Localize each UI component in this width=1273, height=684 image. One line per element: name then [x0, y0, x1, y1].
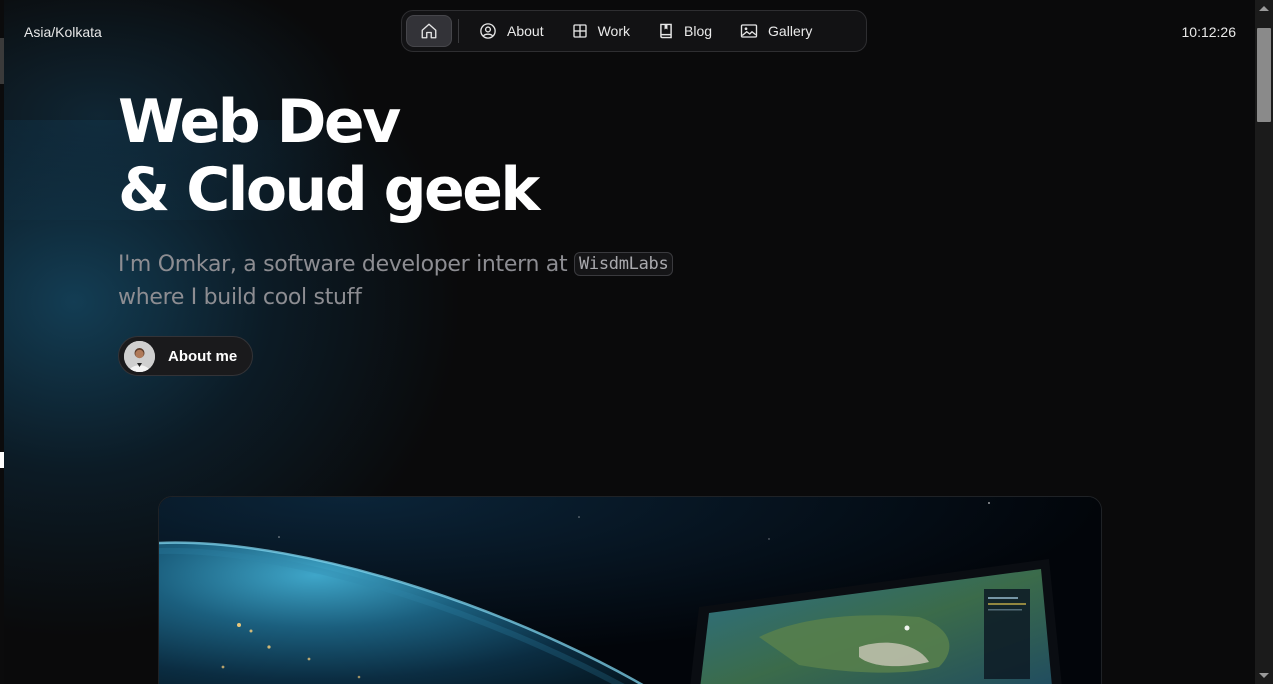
nav-item-blog[interactable]: Blog	[644, 15, 726, 47]
home-icon	[421, 23, 437, 39]
person-circle-icon	[480, 23, 496, 39]
earth-laptop-image	[159, 497, 1101, 684]
hero-title: Web Dev & Cloud geek	[118, 87, 540, 225]
hero-image-card	[158, 496, 1102, 684]
nav-item-label: Blog	[684, 23, 713, 39]
grid-icon	[572, 24, 587, 38]
scroll-down-arrow-icon[interactable]	[1259, 673, 1269, 678]
nav-item-gallery[interactable]: Gallery	[726, 15, 826, 47]
nav-item-about[interactable]: About	[465, 15, 558, 47]
book-icon	[660, 23, 672, 39]
scroll-up-arrow-icon[interactable]	[1259, 6, 1269, 11]
company-code-chip: WisdmLabs	[574, 252, 674, 276]
nav-home-button[interactable]	[406, 15, 452, 47]
timezone-label: Asia/Kolkata	[24, 24, 102, 40]
nav-separator	[458, 19, 459, 43]
scrollbar-thumb[interactable]	[1257, 28, 1271, 122]
nav-item-work[interactable]: Work	[558, 15, 644, 47]
clock-display: 10:12:26	[1181, 24, 1237, 40]
image-icon	[740, 24, 758, 38]
hero-subtitle-intro: I'm Omkar, a software developer intern a…	[118, 252, 574, 277]
about-me-label: About me	[168, 347, 238, 365]
hero-subtitle: I'm Omkar, a software developer intern a…	[118, 249, 758, 314]
hero-title-line-1: Web Dev	[118, 87, 401, 157]
about-me-button[interactable]: About me	[118, 336, 253, 376]
hero-title-line-2: & Cloud geek	[118, 155, 540, 225]
nav-item-label: Work	[597, 23, 631, 39]
avatar	[124, 340, 155, 372]
vertical-scrollbar[interactable]	[1255, 0, 1273, 684]
hero-subtitle-outro: where I build cool stuff	[118, 285, 362, 310]
top-navbar: About Work Blog Gallery	[401, 10, 867, 52]
page-viewport: Asia/Kolkata 10:12:26 About Work Blog Ga…	[4, 0, 1255, 684]
left-window-edge	[0, 0, 4, 684]
nav-item-label: About	[507, 23, 544, 39]
nav-item-label: Gallery	[768, 23, 813, 39]
